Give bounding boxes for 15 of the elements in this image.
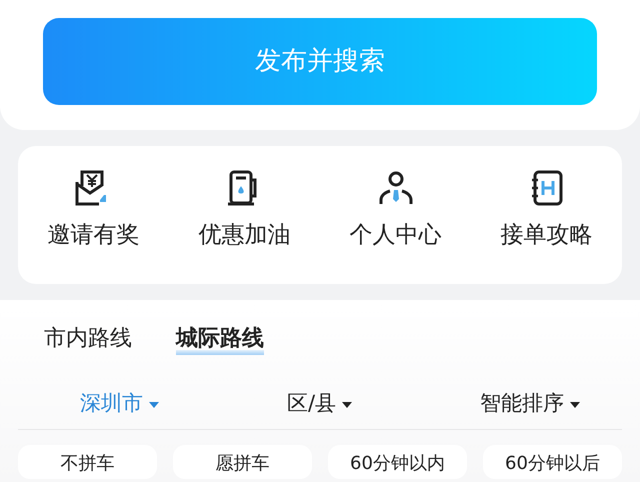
shortcut-label[interactable]: 接单攻略 — [500, 218, 592, 252]
filter-chip[interactable]: 愿拼车 — [173, 445, 312, 479]
filter-dropdown[interactable]: 智能排序 — [480, 388, 580, 420]
filter-chip[interactable]: 不拼车 — [18, 445, 157, 479]
filter-dropdown[interactable]: 深圳市 — [80, 388, 159, 420]
filter-chip[interactable]: 60分钟以内 — [328, 445, 467, 479]
shortcut-label[interactable]: 优惠加油 — [198, 218, 290, 252]
shortcut-label[interactable]: 邀请有奖 — [48, 218, 140, 252]
filter-dropdown[interactable]: 区/县 — [286, 388, 352, 420]
caret-icon — [342, 402, 352, 408]
route-tab[interactable]: 市内路线 — [44, 322, 132, 355]
filter-chip[interactable]: 60分钟以后 — [483, 445, 622, 479]
caret-icon — [149, 402, 159, 408]
caret-icon — [570, 402, 580, 408]
shortcut-label[interactable]: 个人中心 — [350, 218, 442, 252]
